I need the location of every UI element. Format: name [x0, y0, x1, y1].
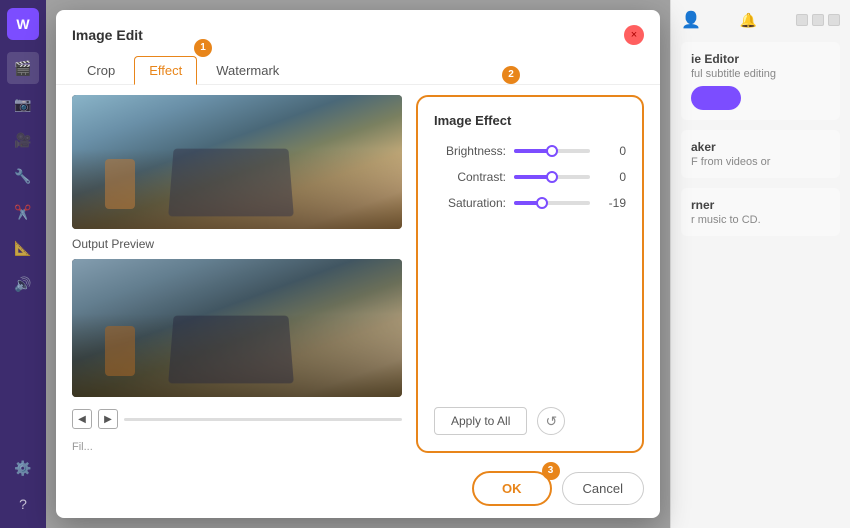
editor-button[interactable] [691, 86, 741, 110]
output-preview-label: Output Preview [72, 237, 402, 251]
sidebar-item-audio[interactable]: 🔊 [7, 268, 39, 300]
contrast-value: 0 [598, 170, 626, 184]
right-section-editor-title: ie Editor [691, 52, 830, 66]
badge-3: 3 [542, 461, 560, 480]
effect-box-title: Image Effect [434, 113, 626, 128]
maximize-btn[interactable] [812, 14, 824, 26]
right-panel-bell-icon[interactable]: 🔔 [740, 12, 757, 29]
tab-crop[interactable]: Crop [72, 56, 130, 85]
saturation-slider[interactable] [514, 201, 590, 205]
contrast-row: Contrast: 0 [434, 170, 626, 184]
sidebar-item-settings[interactable]: ⚙️ [7, 452, 39, 484]
dialog-footer: 3 OK Cancel [56, 463, 660, 518]
playback-controls: ◀ ▶ [72, 405, 402, 433]
brightness-label: Brightness: [434, 144, 506, 158]
modal-overlay: 1 2 Image Edit × Crop Effect Watermark [46, 0, 670, 528]
effect-panel: Image Effect Brightness: 0 Contrast: [416, 95, 644, 453]
progress-bar[interactable] [124, 418, 402, 421]
image-preview-area: Output Preview ◀ ▶ Fi [72, 95, 402, 453]
sidebar-item-cut[interactable]: ✂️ [7, 196, 39, 228]
tab-watermark[interactable]: Watermark [201, 56, 294, 85]
spacer [434, 222, 626, 387]
minimize-btn[interactable] [796, 14, 808, 26]
next-frame-button[interactable]: ▶ [98, 409, 118, 429]
right-section-maker-text: F from videos or [691, 156, 830, 168]
contrast-slider[interactable] [514, 175, 590, 179]
right-section-burner: rner r music to CD. [681, 188, 840, 236]
right-section-burner-text: r music to CD. [691, 214, 830, 226]
saturation-row: Saturation: -19 [434, 196, 626, 210]
tab-effect[interactable]: Effect [134, 56, 197, 85]
contrast-thumb[interactable] [546, 171, 558, 183]
background-app-panel: 👤 🔔 ie Editor ful subtitle editing aker … [670, 0, 850, 528]
right-section-editor: ie Editor ful subtitle editing [681, 42, 840, 120]
right-panel-header: 👤 🔔 [681, 10, 840, 30]
sidebar-item-video[interactable]: 🎥 [7, 124, 39, 156]
badge-1: 1 [194, 38, 212, 57]
right-section-editor-text: ful subtitle editing [691, 68, 830, 80]
ok-button-wrapper: 3 OK [472, 471, 552, 506]
output-preview-image-container [72, 259, 402, 397]
contrast-label: Contrast: [434, 170, 506, 184]
brightness-slider[interactable] [514, 149, 590, 153]
saturation-thumb[interactable] [536, 197, 548, 209]
reset-button[interactable]: ↺ [537, 407, 565, 435]
prev-frame-button[interactable]: ◀ [72, 409, 92, 429]
apply-all-button[interactable]: Apply to All [434, 407, 527, 435]
dialog-tabs: Crop Effect Watermark [56, 50, 660, 85]
right-section-maker-title: aker [691, 140, 830, 154]
brightness-thumb[interactable] [546, 145, 558, 157]
output-preview-inner [72, 259, 402, 397]
badge-2: 2 [502, 65, 520, 84]
file-label: Fil... [72, 441, 402, 453]
window-controls [796, 14, 840, 26]
sidebar-logo[interactable]: W [7, 8, 39, 40]
dialog-title: Image Edit [72, 27, 143, 43]
sidebar-item-photo[interactable]: 📷 [7, 88, 39, 120]
sidebar-item-crop[interactable]: 📐 [7, 232, 39, 264]
logo-text: W [16, 16, 29, 32]
dialog-close-button[interactable]: × [624, 25, 644, 45]
brightness-value: 0 [598, 144, 626, 158]
effect-actions: Apply to All ↺ [434, 407, 626, 435]
cancel-button[interactable]: Cancel [562, 472, 644, 505]
original-preview [72, 95, 402, 229]
sidebar-item-tools[interactable]: 🔧 [7, 160, 39, 192]
saturation-label: Saturation: [434, 196, 506, 210]
sidebar: W 🎬 📷 🎥 🔧 ✂️ 📐 🔊 ⚙️ ? [0, 0, 46, 528]
right-section-burner-title: rner [691, 198, 830, 212]
right-section-maker: aker F from videos or [681, 130, 840, 178]
dialog-header: Image Edit × [56, 10, 660, 50]
right-panel-user-icon: 👤 [681, 10, 701, 30]
original-preview-image [72, 95, 402, 229]
sidebar-item-help[interactable]: ? [7, 488, 39, 520]
image-edit-dialog: 1 2 Image Edit × Crop Effect Watermark [56, 10, 660, 518]
brightness-row: Brightness: 0 [434, 144, 626, 158]
dialog-body: Output Preview ◀ ▶ Fi [56, 85, 660, 463]
close-window-btn[interactable] [828, 14, 840, 26]
ok-button[interactable]: OK [472, 471, 552, 506]
sidebar-item-home[interactable]: 🎬 [7, 52, 39, 84]
saturation-value: -19 [598, 196, 626, 210]
effect-box: Image Effect Brightness: 0 Contrast: [416, 95, 644, 453]
